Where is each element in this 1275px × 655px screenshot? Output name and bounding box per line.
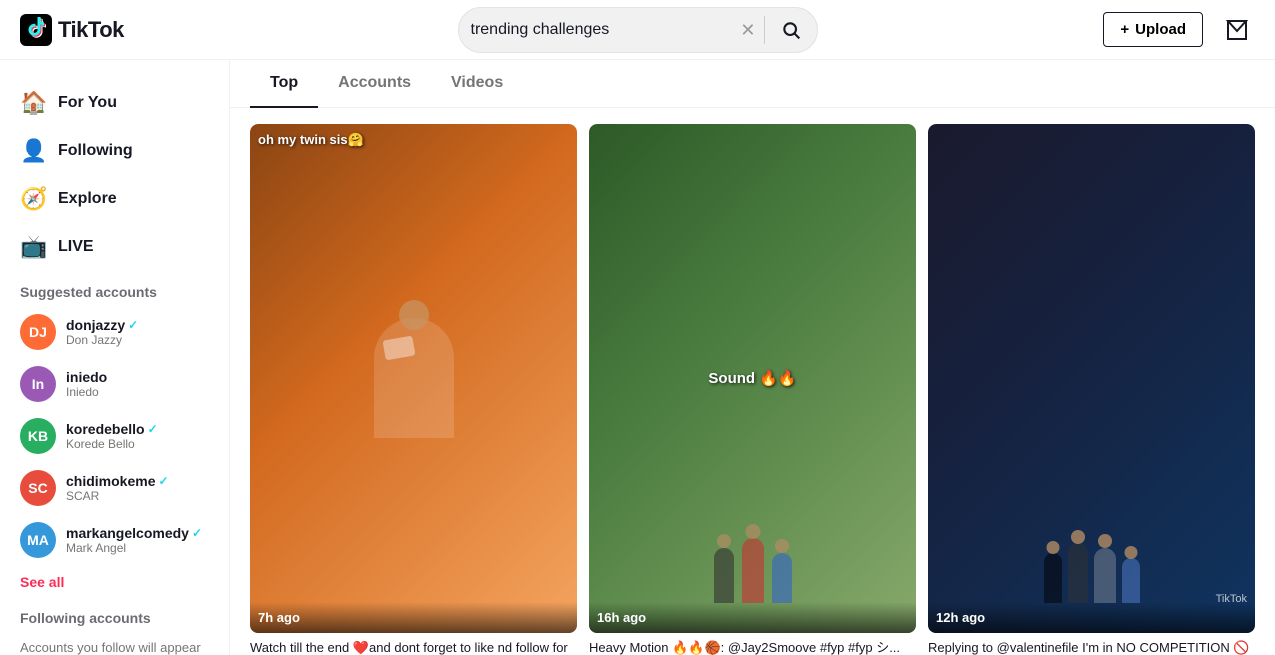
search-area: ✕ [200, 7, 1075, 53]
see-all-button[interactable]: See all [8, 566, 221, 598]
header-actions: + Upload [1075, 12, 1255, 48]
sidebar-item-live[interactable]: 📺 LIVE [8, 224, 221, 270]
sidebar: 🏠 For You 👤 Following 🧭 Explore 📺 LIVE S… [0, 60, 230, 655]
main-layout: 🏠 For You 👤 Following 🧭 Explore 📺 LIVE S… [0, 60, 1275, 655]
display-markangelcomedy: Mark Angel [66, 541, 209, 555]
video-center-text-2: Sound 🔥🔥 [708, 369, 796, 387]
search-clear-icon[interactable]: ✕ [732, 21, 763, 39]
sidebar-label-live: LIVE [58, 238, 94, 256]
suggested-account-chidimokeme[interactable]: SC chidimokeme ✓ SCAR [8, 462, 221, 514]
username-iniedo: iniedo [66, 369, 209, 385]
account-info-iniedo: iniedo Iniedo [66, 369, 209, 399]
suggested-account-markangelcomedy[interactable]: MA markangelcomedy ✓ Mark Angel [8, 514, 221, 566]
explore-icon: 🧭 [20, 186, 48, 212]
home-icon: 🏠 [20, 90, 48, 116]
video-thumb-3: TikTok 12h ago [928, 124, 1255, 633]
logo-text: TikTok [58, 17, 124, 43]
upload-button[interactable]: + Upload [1103, 12, 1203, 47]
search-tabs: Top Accounts Videos [230, 60, 1275, 108]
tab-accounts[interactable]: Accounts [318, 60, 431, 108]
verified-badge-2: ✓ [148, 422, 158, 436]
tiktok-logo-icon [20, 14, 52, 46]
avatar-iniedo: In [20, 366, 56, 402]
header: TikTok ✕ + Upload [0, 0, 1275, 60]
search-bar: ✕ [458, 7, 818, 53]
sidebar-item-explore[interactable]: 🧭 Explore [8, 176, 221, 222]
account-info-donjazzy: donjazzy ✓ Don Jazzy [66, 317, 209, 347]
video-thumb-1: oh my twin sis🤗 7h ago [250, 124, 577, 633]
avatar-chidimokeme: SC [20, 470, 56, 506]
sidebar-label-for-you: For You [58, 94, 117, 112]
video-time-2: 16h ago [589, 602, 916, 633]
video-info-2: Heavy Motion 🔥🔥🏀: @Jay2Smoove #fyp #fyp … [589, 633, 916, 655]
suggested-account-iniedo[interactable]: In iniedo Iniedo [8, 358, 221, 410]
search-input[interactable] [459, 21, 733, 39]
video-card-3[interactable]: TikTok 12h ago Replying to @valentinefil… [928, 124, 1255, 655]
avatar-koredebello: KB [20, 418, 56, 454]
display-chidimokeme: SCAR [66, 489, 209, 503]
tab-videos[interactable]: Videos [431, 60, 523, 108]
username-markangelcomedy: markangelcomedy ✓ [66, 525, 209, 541]
video-time-1: 7h ago [250, 602, 577, 633]
display-koredebello: Korede Bello [66, 437, 209, 451]
account-info-markangelcomedy: markangelcomedy ✓ Mark Angel [66, 525, 209, 555]
sidebar-item-following[interactable]: 👤 Following [8, 128, 221, 174]
videos-grid: oh my twin sis🤗 7h ago Watch till the en… [230, 108, 1275, 655]
video-top-text-1: oh my twin sis🤗 [258, 132, 364, 148]
suggested-account-donjazzy[interactable]: DJ donjazzy ✓ Don Jazzy [8, 306, 221, 358]
username-koredebello: koredebello ✓ [66, 421, 209, 437]
live-icon: 📺 [20, 234, 48, 260]
video-card-1[interactable]: oh my twin sis🤗 7h ago Watch till the en… [250, 124, 577, 655]
following-empty-text: Accounts you follow will appear here [8, 632, 221, 655]
avatar-donjazzy: DJ [20, 314, 56, 350]
suggested-accounts-title: Suggested accounts [8, 272, 221, 306]
sidebar-item-for-you[interactable]: 🏠 For You [8, 80, 221, 126]
avatar-markangelcomedy: MA [20, 522, 56, 558]
sidebar-label-following: Following [58, 142, 133, 160]
main-nav: 🏠 For You 👤 Following 🧭 Explore 📺 LIVE [8, 80, 221, 270]
video-info-3: Replying to @valentinefile I'm in NO COM… [928, 633, 1255, 655]
video-desc-1: Watch till the end ❤️and dont forget to … [250, 639, 577, 655]
logo-area: TikTok [20, 14, 200, 46]
suggested-account-koredebello[interactable]: KB koredebello ✓ Korede Bello [8, 410, 221, 462]
verified-badge-4: ✓ [192, 526, 202, 540]
display-iniedo: Iniedo [66, 385, 209, 399]
upload-label: Upload [1135, 21, 1186, 38]
username-donjazzy: donjazzy ✓ [66, 317, 209, 333]
account-info-chidimokeme: chidimokeme ✓ SCAR [66, 473, 209, 503]
video-info-1: Watch till the end ❤️and dont forget to … [250, 633, 577, 655]
sidebar-label-explore: Explore [58, 190, 117, 208]
video-time-3: 12h ago [928, 602, 1255, 633]
video-card-2[interactable]: Sound 🔥🔥 16h ago Heavy Motion 🔥🔥🏀: @Jay2… [589, 124, 916, 655]
video-desc-2: Heavy Motion 🔥🔥🏀: @Jay2Smoove #fyp #fyp … [589, 639, 916, 655]
video-desc-3: Replying to @valentinefile I'm in NO COM… [928, 639, 1255, 655]
verified-badge-3: ✓ [158, 474, 168, 488]
username-chidimokeme: chidimokeme ✓ [66, 473, 209, 489]
verified-badge: ✓ [128, 318, 138, 332]
account-info-koredebello: koredebello ✓ Korede Bello [66, 421, 209, 451]
main-content: Top Accounts Videos oh my twin sis🤗 7h [230, 60, 1275, 655]
display-donjazzy: Don Jazzy [66, 333, 209, 347]
inbox-icon[interactable] [1219, 12, 1255, 48]
upload-plus-icon: + [1120, 21, 1129, 38]
tab-top[interactable]: Top [250, 60, 318, 108]
search-button[interactable] [765, 7, 817, 53]
video-thumb-2: Sound 🔥🔥 16h ago [589, 124, 916, 633]
following-accounts-title: Following accounts [8, 598, 221, 632]
following-icon: 👤 [20, 138, 48, 164]
